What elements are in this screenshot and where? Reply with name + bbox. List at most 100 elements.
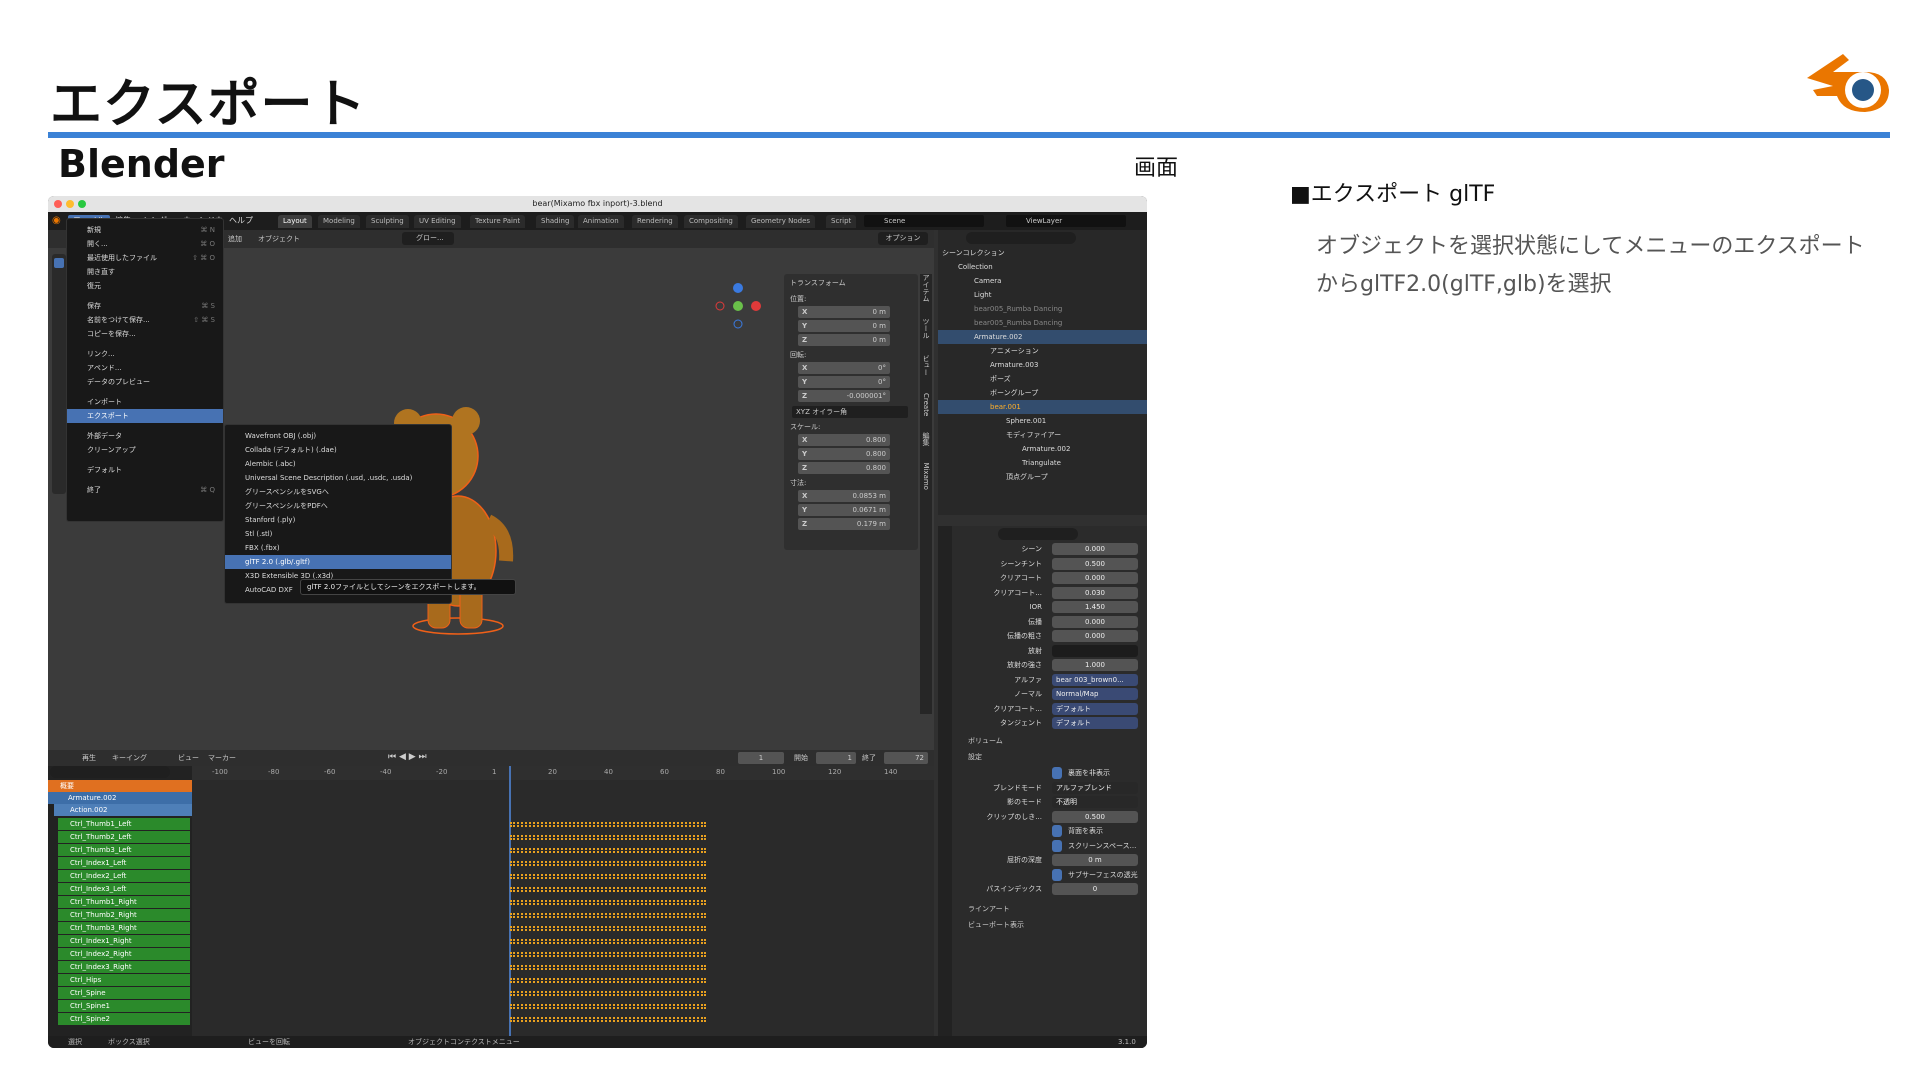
property-value[interactable] (1052, 644, 1138, 657)
property-value[interactable]: 0.000 (1052, 615, 1138, 628)
outliner-light[interactable]: Light (974, 288, 991, 302)
channel-row[interactable]: Ctrl_Thumb3_Left (58, 844, 190, 856)
setting-value[interactable]: 0.500 (1052, 810, 1138, 823)
outliner-armature-003[interactable]: Armature.003 (990, 358, 1038, 372)
channel-row[interactable]: Ctrl_Index1_Left (58, 857, 190, 869)
property-value[interactable]: 1.000 (1052, 659, 1138, 671)
property-row[interactable]: 放射 (952, 644, 1147, 659)
dimensions-y-field[interactable]: Y 0.0671 m (788, 504, 914, 517)
keyframe-row[interactable] (510, 939, 706, 944)
channel-row[interactable]: Ctrl_Index1_Right (58, 935, 190, 947)
setting-value[interactable]: 0 (1052, 883, 1138, 895)
property-value[interactable]: 0.000 (1052, 543, 1138, 555)
property-row[interactable]: シーンチント 0.500 (952, 557, 1147, 572)
channel-row[interactable]: Ctrl_Index2_Left (58, 870, 190, 882)
menu-marker[interactable]: マーカー (208, 753, 236, 763)
tab-compositing[interactable]: Compositing (684, 215, 738, 228)
scale-x-field[interactable]: X 0.800 (788, 434, 914, 447)
tab-uv-editing[interactable]: UV Editing (414, 215, 461, 228)
outliner-animation[interactable]: アニメーション (990, 344, 1039, 358)
minimize-icon[interactable] (66, 200, 74, 208)
file-menu-import[interactable]: インポート (67, 395, 223, 409)
transform-orientation-dropdown[interactable]: グロー... (402, 232, 454, 245)
channel-row[interactable]: Ctrl_Index3_Right (58, 961, 190, 973)
setting-row[interactable]: 裏面を非表示 (952, 766, 1147, 781)
export-gpencil-pdf[interactable]: グリースペンシルをPDFへ (225, 499, 451, 513)
section-settings[interactable]: 設定 (968, 752, 982, 762)
keyframe-row[interactable] (510, 952, 706, 957)
file-menu-defaults[interactable]: デフォルト (67, 463, 223, 477)
channel-row[interactable]: Ctrl_Spine2 (58, 1013, 190, 1025)
file-menu-cleanup[interactable]: クリーンアップ (67, 443, 223, 457)
property-value[interactable]: デフォルト (1052, 717, 1138, 729)
property-value[interactable]: bear 003_brown0... (1052, 673, 1138, 686)
property-value[interactable]: 0.030 (1052, 586, 1138, 599)
menu-object[interactable]: オブジェクト (258, 234, 300, 244)
setting-row[interactable]: クリップのしき... 0.500 (952, 810, 1147, 825)
setting-value[interactable]: 不透明 (1052, 796, 1138, 808)
location-y-field[interactable]: Y 0 m (788, 320, 914, 333)
outliner-modifier-armature[interactable]: Armature.002 (1022, 442, 1070, 456)
file-menu-save-as[interactable]: 名前をつけて保存... ⇧ ⌘ S (67, 313, 223, 327)
properties-search-input[interactable] (998, 528, 1078, 540)
outliner-sphere-001[interactable]: Sphere.001 (1006, 414, 1046, 428)
export-ply[interactable]: Stanford (.ply) (225, 513, 451, 527)
property-row[interactable]: クリアコート... デフォルト (952, 702, 1147, 717)
dimensions-z-field[interactable]: Z 0.179 m (788, 518, 914, 531)
dimensions-x-field[interactable]: X 0.0853 m (788, 490, 914, 503)
blender-menu-icon[interactable]: ◉ (52, 215, 64, 227)
keyframe-row[interactable] (510, 1004, 706, 1009)
tab-shading[interactable]: Shading (536, 215, 575, 228)
property-row[interactable]: アルファ bear 003_brown0... (952, 673, 1147, 688)
property-row[interactable]: クリアコート 0.000 (952, 571, 1147, 586)
export-alembic[interactable]: Alembic (.abc) (225, 457, 451, 471)
keyframe-row[interactable] (510, 926, 706, 931)
channel-row[interactable]: Ctrl_Thumb3_Right (58, 922, 190, 934)
checkbox[interactable] (1052, 825, 1062, 837)
tab-animation[interactable]: Animation (578, 215, 624, 228)
scale-z-field[interactable]: Z 0.800 (788, 462, 914, 475)
outliner-modifiers[interactable]: モディファイアー (1006, 428, 1061, 442)
keyframe-row[interactable] (510, 978, 706, 983)
keyframe-row[interactable] (510, 861, 706, 866)
file-menu-append[interactable]: アペンド... (67, 361, 223, 375)
property-value[interactable]: 0.500 (1052, 557, 1138, 570)
rotation-x-field[interactable]: X 0° (788, 362, 914, 375)
setting-row[interactable]: サブサーフェスの透光 (952, 868, 1147, 883)
outliner-rumba-1[interactable]: bear005_Rumba Dancing (974, 302, 1062, 316)
property-value[interactable]: 0.000 (1052, 630, 1138, 642)
property-row[interactable]: 伝播の粗さ 0.000 (952, 629, 1147, 644)
export-usd[interactable]: Universal Scene Description (.usd, .usdc… (225, 471, 451, 485)
setting-row[interactable]: スクリーンスペース... (952, 839, 1147, 854)
outliner-vertex-groups[interactable]: 頂点グループ (1006, 470, 1048, 484)
property-row[interactable]: タンジェント デフォルト (952, 716, 1147, 731)
setting-value[interactable]: アルファブレンド (1052, 781, 1138, 794)
file-menu-revert[interactable]: 開き直す (67, 265, 223, 279)
channel-row[interactable]: Ctrl_Index3_Left (58, 883, 190, 895)
setting-row[interactable]: 屈折の深度 0 m (952, 853, 1147, 868)
location-x-field[interactable]: X 0 m (788, 306, 914, 319)
viewport-options-button[interactable]: オプション (878, 232, 928, 245)
keyframe-row[interactable] (510, 887, 706, 892)
channel-summary[interactable]: 概要 (48, 780, 192, 792)
export-gpencil-svg[interactable]: グリースペンシルをSVGへ (225, 485, 451, 499)
property-value[interactable]: Normal/Map (1052, 688, 1138, 700)
channel-action[interactable]: Action.002 (54, 804, 192, 816)
file-menu-external-data[interactable]: 外部データ (67, 429, 223, 443)
setting-row[interactable]: 背面を表示 (952, 824, 1147, 839)
checkbox[interactable] (1052, 868, 1062, 881)
tab-edit[interactable]: 編集 (922, 432, 930, 446)
rotation-mode-dropdown[interactable]: XYZ オイラー角 (788, 406, 914, 419)
keyframe-row[interactable] (510, 848, 706, 853)
channel-row[interactable]: Ctrl_Spine (58, 987, 190, 999)
viewlayer-selector[interactable]: ViewLayer (1006, 215, 1126, 227)
scale-y-field[interactable]: Y 0.800 (788, 448, 914, 461)
playback-controls-icon[interactable]: ⏮ ◀ ▶ ⏭ (388, 752, 427, 762)
tab-item[interactable]: アイテム (922, 274, 930, 302)
menu-help[interactable]: ヘルプ (224, 215, 258, 227)
setting-row[interactable]: ブレンドモード アルファブレンド (952, 781, 1147, 796)
rotation-y-field[interactable]: Y 0° (788, 376, 914, 389)
current-frame-field[interactable]: 1 (738, 752, 784, 764)
outliner-search-input[interactable] (966, 232, 1076, 244)
export-stl[interactable]: Stl (.stl) (225, 527, 451, 541)
